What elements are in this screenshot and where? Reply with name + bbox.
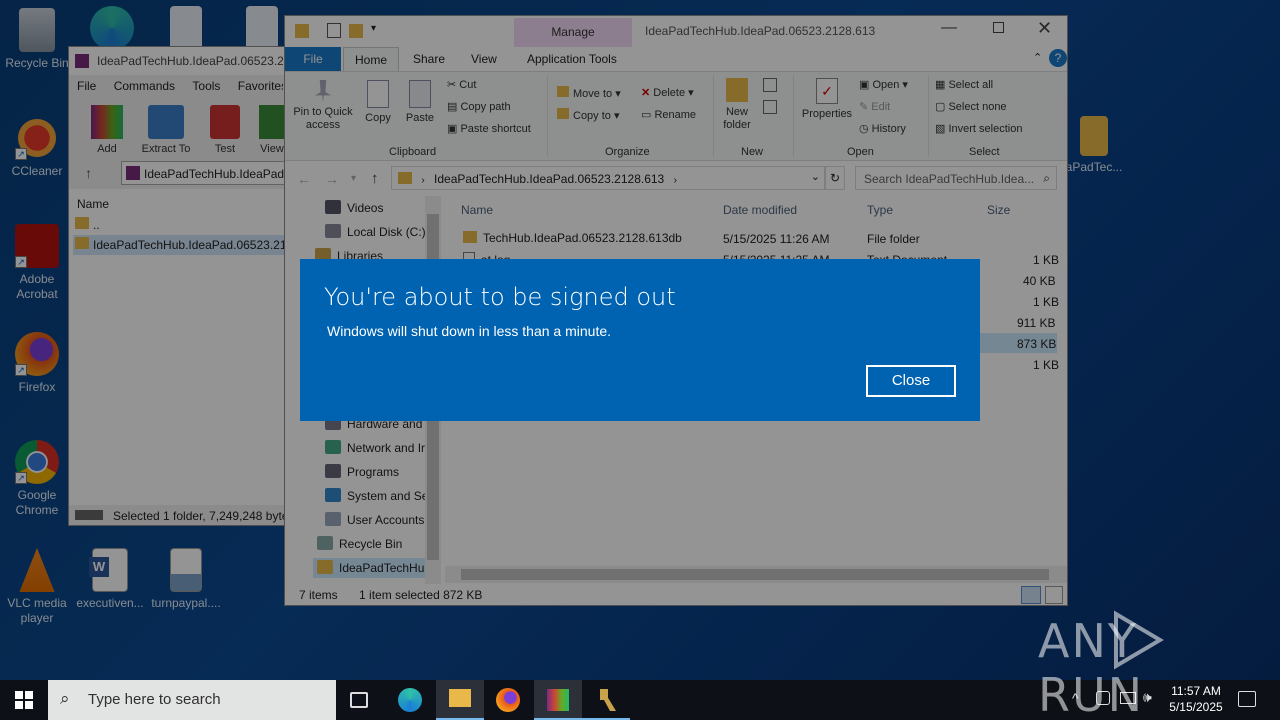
windows-logo-icon xyxy=(15,691,33,709)
notifications-icon[interactable] xyxy=(1238,691,1256,707)
keys-taskbar-icon[interactable] xyxy=(582,680,630,720)
start-button[interactable] xyxy=(0,680,48,720)
dialog-title: You're about to be signed out xyxy=(324,283,676,311)
sign-out-dialog: You're about to be signed out Windows wi… xyxy=(300,259,980,421)
winrar-taskbar-icon[interactable] xyxy=(534,680,582,720)
task-view-icon[interactable] xyxy=(350,692,368,708)
play-logo-icon xyxy=(1114,610,1164,670)
dialog-message: Windows will shut down in less than a mi… xyxy=(327,323,612,339)
edge-taskbar-icon[interactable] xyxy=(398,688,422,712)
firefox-taskbar-icon[interactable] xyxy=(496,688,520,712)
close-button[interactable]: Close xyxy=(866,365,956,397)
file-explorer-taskbar-icon[interactable] xyxy=(436,680,484,720)
taskbar-search-box[interactable]: ⌕ Type here to search xyxy=(48,680,336,720)
anyrun-watermark: ANY RUN xyxy=(1038,608,1238,720)
taskbar-search-input[interactable]: Type here to search xyxy=(88,691,221,708)
search-icon: ⌕ xyxy=(60,689,70,708)
